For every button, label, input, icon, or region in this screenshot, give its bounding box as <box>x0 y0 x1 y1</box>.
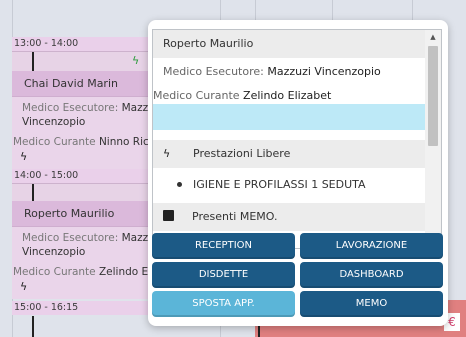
appointment-popup: Roperto Maurilio Medico Esecutore: Mazzu… <box>148 20 448 326</box>
lavorazione-button[interactable]: LAVORAZIONE <box>300 233 443 259</box>
popup-prestazioni-header: ϟ Prestazioni Libere <box>153 140 426 168</box>
appointment-details-list[interactable]: Roperto Maurilio Medico Esecutore: Mazzu… <box>152 29 442 249</box>
bullet-icon <box>177 182 182 187</box>
memo-icon <box>163 210 174 221</box>
bolt-icon: ϟ <box>163 147 171 160</box>
dashboard-button[interactable]: DASHBOARD <box>300 262 443 288</box>
popup-patient-name: Roperto Maurilio <box>153 30 426 58</box>
bolt-icon: ϟ <box>20 150 28 163</box>
sposta-appuntamento-button[interactable]: SPOSTA APP. <box>152 291 295 317</box>
bolt-icon: ϟ <box>132 54 140 67</box>
slot-marker <box>32 52 34 72</box>
popup-scrollbar[interactable]: ▲ ▼ <box>425 30 441 248</box>
popup-selected-row[interactable] <box>153 104 426 130</box>
disdette-button[interactable]: DISDETTE <box>152 262 295 288</box>
popup-memo-header[interactable]: Presenti MEMO. <box>153 203 426 231</box>
reception-button[interactable]: RECEPTION <box>152 233 295 259</box>
popup-prestazioni-item: IGIENE E PROFILASSI 1 SEDUTA <box>153 171 426 199</box>
bolt-icon: ϟ <box>20 280 28 293</box>
memo-button[interactable]: MEMO <box>300 291 443 317</box>
scroll-up-icon[interactable]: ▲ <box>425 30 441 44</box>
slot-marker <box>32 316 34 337</box>
scrollbar-thumb[interactable] <box>428 46 438 146</box>
